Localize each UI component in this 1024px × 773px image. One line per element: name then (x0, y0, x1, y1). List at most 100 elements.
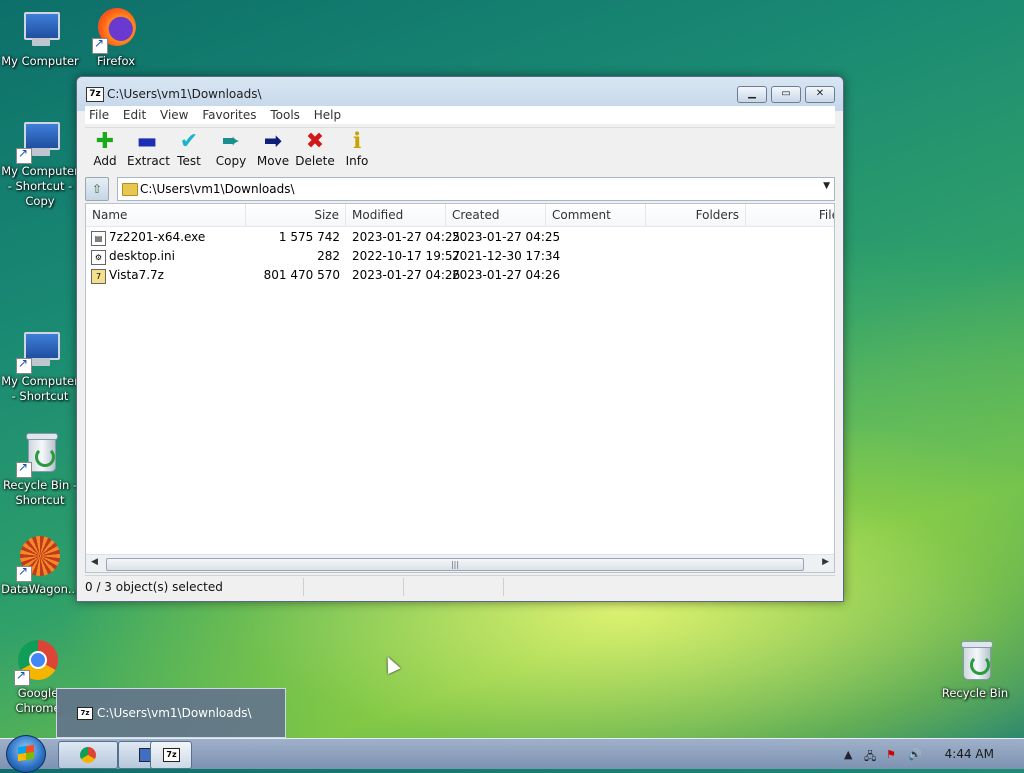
file-name: desktop.ini (109, 249, 175, 263)
arrow-right-icon: ➡ (263, 129, 283, 154)
start-button[interactable] (6, 735, 46, 773)
copy-label: Copy (215, 154, 247, 168)
plus-icon: ✚ (95, 129, 115, 154)
settings-file-icon: ⚙ (91, 250, 106, 265)
toolbar: ✚ Add ▬ Extract ✔ Test ➨ Copy ➡ Move ✖ D… (85, 127, 835, 176)
scroll-left-icon[interactable]: ◀ (91, 557, 98, 567)
app-icon: 7z (77, 707, 93, 720)
mouse-cursor-icon (381, 653, 401, 675)
copy-button[interactable]: ➨ Copy (211, 129, 251, 169)
extract-label: Extract (127, 154, 170, 168)
exe-file-icon: ▤ (91, 231, 106, 246)
action-center-icon[interactable]: ⚑ (886, 748, 896, 761)
system-tray: ▲ 🖧 ⚑ 🔊 4:44 AM (834, 739, 1024, 769)
desktop-icon-label: My Computer - Shortcut - Copy (1, 164, 79, 208)
chrome-icon (14, 640, 60, 686)
table-row[interactable]: ▤ 7z2201-x64.exe 1 575 742 2023-01-27 04… (86, 228, 834, 247)
column-file[interactable]: File (746, 204, 834, 226)
windows-logo-icon (18, 744, 34, 762)
column-modified[interactable]: Modified (346, 204, 446, 226)
column-name[interactable]: Name (86, 204, 246, 226)
menu-view[interactable]: View (156, 106, 192, 124)
computer-icon (16, 328, 62, 374)
clock[interactable]: 4:44 AM (945, 747, 994, 761)
move-label: Move (256, 154, 290, 168)
column-comment[interactable]: Comment (546, 204, 646, 226)
close-button[interactable]: ✕ (805, 86, 835, 103)
recycle-bin-icon (16, 432, 62, 478)
add-button[interactable]: ✚ Add (85, 129, 125, 169)
file-created: 2021-12-30 17:34 (452, 249, 561, 263)
menu-favorites[interactable]: Favorites (198, 106, 260, 124)
menu-edit[interactable]: Edit (119, 106, 150, 124)
desktop-icon-label: Firefox (96, 54, 136, 68)
desktop-icon-datawagon[interactable]: DataWagon... (0, 536, 80, 597)
address-field[interactable]: C:\Users\vm1\Downloads\ ▼ (117, 177, 835, 201)
computer-icon (16, 118, 62, 164)
desktop-icon-label: DataWagon... (1, 582, 79, 596)
taskbar-7zip-button[interactable]: 7z (150, 741, 192, 769)
scroll-thumb[interactable]: ||| (106, 558, 804, 571)
menu-file[interactable]: File (85, 106, 113, 124)
horizontal-scrollbar[interactable]: ◀ ||| ▶ (86, 554, 834, 572)
list-header: Name Size Modified Created Comment Folde… (86, 204, 834, 227)
datawagon-icon (16, 536, 62, 582)
column-created[interactable]: Created (446, 204, 546, 226)
info-button[interactable]: ℹ Info (337, 129, 377, 169)
address-text: C:\Users\vm1\Downloads\ (140, 182, 295, 196)
table-row[interactable]: ⚙ desktop.ini 282 2022-10-17 19:57 2021-… (86, 247, 834, 266)
file-size: 1 575 742 (278, 230, 340, 244)
taskbar-chrome-button[interactable] (58, 741, 118, 769)
desktop-icon-my-computer-shortcut-copy[interactable]: My Computer - Shortcut - Copy (0, 118, 80, 209)
window-title: C:\Users\vm1\Downloads\ (107, 87, 262, 101)
show-hidden-icons-icon[interactable]: ▲ (844, 748, 852, 761)
minus-icon: ▬ (136, 129, 158, 154)
file-created: 2023-01-27 04:25 (452, 230, 561, 244)
desktop-icon-firefox[interactable]: Firefox (76, 8, 156, 69)
status-bar: 0 / 3 object(s) selected (85, 575, 835, 598)
menu-help[interactable]: Help (310, 106, 345, 124)
scroll-right-icon[interactable]: ▶ (822, 557, 829, 567)
file-name: Vista7.7z (109, 268, 164, 282)
up-folder-button[interactable]: ⇧ (85, 177, 109, 201)
firefox-icon (92, 8, 138, 54)
add-label: Add (93, 154, 117, 168)
up-folder-icon: ⇧ (91, 182, 103, 196)
x-icon: ✖ (305, 129, 325, 154)
delete-button[interactable]: ✖ Delete (295, 129, 335, 169)
desktop-icon-my-computer[interactable]: My Computer (0, 8, 80, 69)
desktop-icon-recycle-bin-shortcut[interactable]: Recycle Bin - Shortcut (0, 432, 80, 508)
menu-tools[interactable]: Tools (266, 106, 304, 124)
desktop-icon-recycle-bin[interactable]: Recycle Bin (935, 640, 1015, 701)
computer-icon (18, 8, 62, 52)
column-size[interactable]: Size (246, 204, 346, 226)
menu-bar: File Edit View Favorites Tools Help (85, 106, 835, 124)
minimize-button[interactable]: ▁ (737, 86, 767, 103)
dropdown-arrow-icon[interactable]: ▼ (823, 181, 830, 191)
test-label: Test (177, 154, 201, 168)
table-row[interactable]: 7 Vista7.7z 801 470 570 2023-01-27 04:26… (86, 266, 834, 285)
app-icon: 7z (86, 87, 104, 102)
info-label: Info (345, 154, 369, 168)
test-button[interactable]: ✔ Test (169, 129, 209, 169)
move-button[interactable]: ➡ Move (253, 129, 293, 169)
taskbar-thumbnail-popup[interactable]: 7z C:\Users\vm1\Downloads\ (56, 688, 286, 738)
file-created: 2023-01-27 04:26 (452, 268, 561, 282)
app-icon: 7z (163, 748, 180, 762)
delete-label: Delete (295, 154, 335, 168)
check-icon: ✔ (179, 129, 199, 154)
desktop-icon-my-computer-shortcut[interactable]: My Computer - Shortcut (0, 328, 80, 404)
info-icon: ℹ (352, 129, 362, 154)
file-modified: 2022-10-17 19:57 (352, 249, 461, 263)
column-folders[interactable]: Folders (646, 204, 746, 226)
address-bar: ⇧ C:\Users\vm1\Downloads\ ▼ (85, 177, 835, 201)
file-list[interactable]: Name Size Modified Created Comment Folde… (85, 203, 835, 573)
maximize-button[interactable]: ▭ (771, 86, 801, 103)
file-modified: 2023-01-27 04:25 (352, 230, 461, 244)
network-icon[interactable]: 🖧 (864, 748, 876, 767)
volume-icon[interactable]: 🔊 (908, 748, 922, 761)
desktop-icon-label: Recycle Bin (941, 686, 1009, 700)
double-arrow-icon: ➨ (221, 129, 241, 154)
file-modified: 2023-01-27 04:26 (352, 268, 461, 282)
extract-button[interactable]: ▬ Extract (127, 129, 170, 169)
